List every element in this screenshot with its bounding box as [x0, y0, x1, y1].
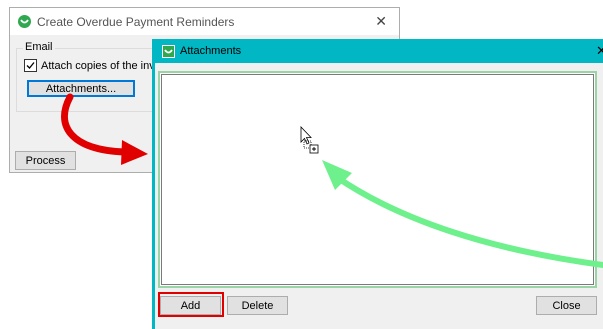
annotation-overlay: [61, 93, 603, 268]
red-arrow: [61, 93, 148, 165]
drag-copy-cursor-icon: [300, 126, 319, 154]
green-arrow: [322, 160, 603, 268]
